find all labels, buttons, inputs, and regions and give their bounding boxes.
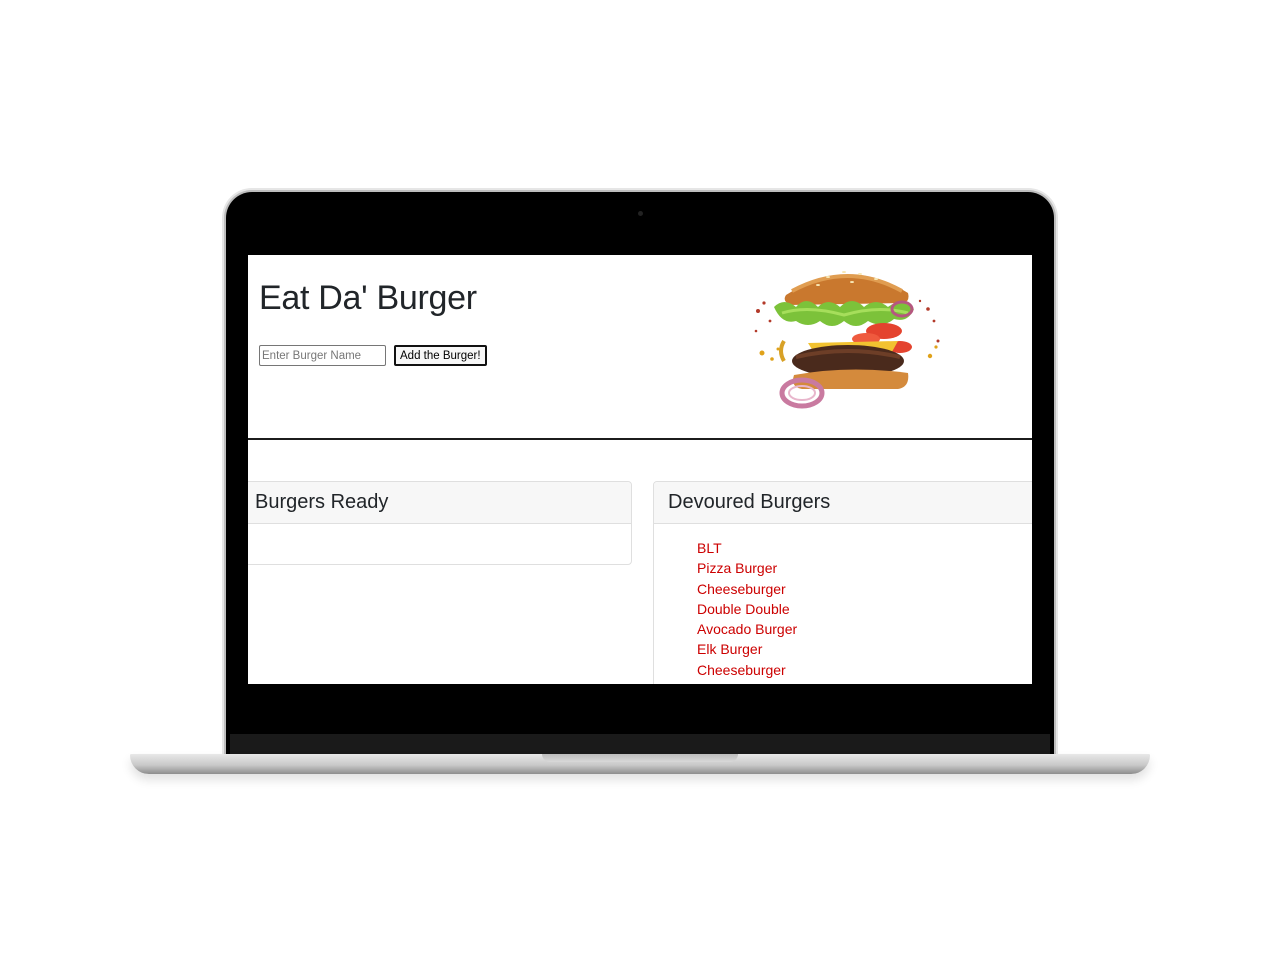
list-item: Cheeseburger — [697, 579, 1032, 599]
devoured-burgers-panel: Devoured Burgers BLT Pizza Burger Cheese… — [653, 481, 1032, 684]
list-item: Elk Burger — [697, 639, 1032, 659]
camera-icon — [638, 211, 643, 216]
devoured-burger-link[interactable]: BLT — [697, 540, 722, 556]
devoured-burgers-header: Devoured Burgers — [654, 482, 1032, 524]
list-item: Cheeseburger — [697, 660, 1032, 680]
burger-name-input[interactable] — [259, 345, 386, 366]
devoured-burger-link[interactable]: Pizza Burger — [697, 560, 777, 576]
burgers-ready-title: Burgers Ready — [255, 491, 389, 513]
list-item: Avocado Burger — [697, 619, 1032, 639]
laptop-hinge — [230, 734, 1050, 756]
burgers-ready-panel: Burgers Ready — [248, 481, 632, 565]
devoured-burger-link[interactable]: Double Double — [697, 601, 790, 617]
laptop-notch — [542, 754, 738, 762]
devoured-burgers-list: BLT Pizza Burger Cheeseburger Double Dou… — [654, 524, 1032, 680]
devoured-burgers-title: Devoured Burgers — [668, 491, 831, 513]
devoured-burger-link[interactable]: Cheeseburger — [697, 662, 786, 678]
devoured-burger-link[interactable]: Avocado Burger — [697, 621, 797, 637]
devoured-burger-link[interactable]: Elk Burger — [697, 641, 762, 657]
devoured-burger-link[interactable]: Cheeseburger — [697, 581, 786, 597]
page-title: Eat Da' Burger — [259, 279, 477, 317]
add-burger-button[interactable]: Add the Burger! — [394, 345, 487, 366]
section-divider — [248, 438, 1032, 440]
list-item: BLT — [697, 538, 1032, 558]
burgers-ready-header: Burgers Ready — [248, 482, 631, 524]
burger-image — [754, 271, 940, 409]
list-item: Double Double — [697, 599, 1032, 619]
browser-viewport: Eat Da' Burger Add the Burger! — [248, 255, 1032, 684]
laptop-mockup: Eat Da' Burger Add the Burger! — [0, 0, 1280, 960]
list-item: Pizza Burger — [697, 558, 1032, 578]
